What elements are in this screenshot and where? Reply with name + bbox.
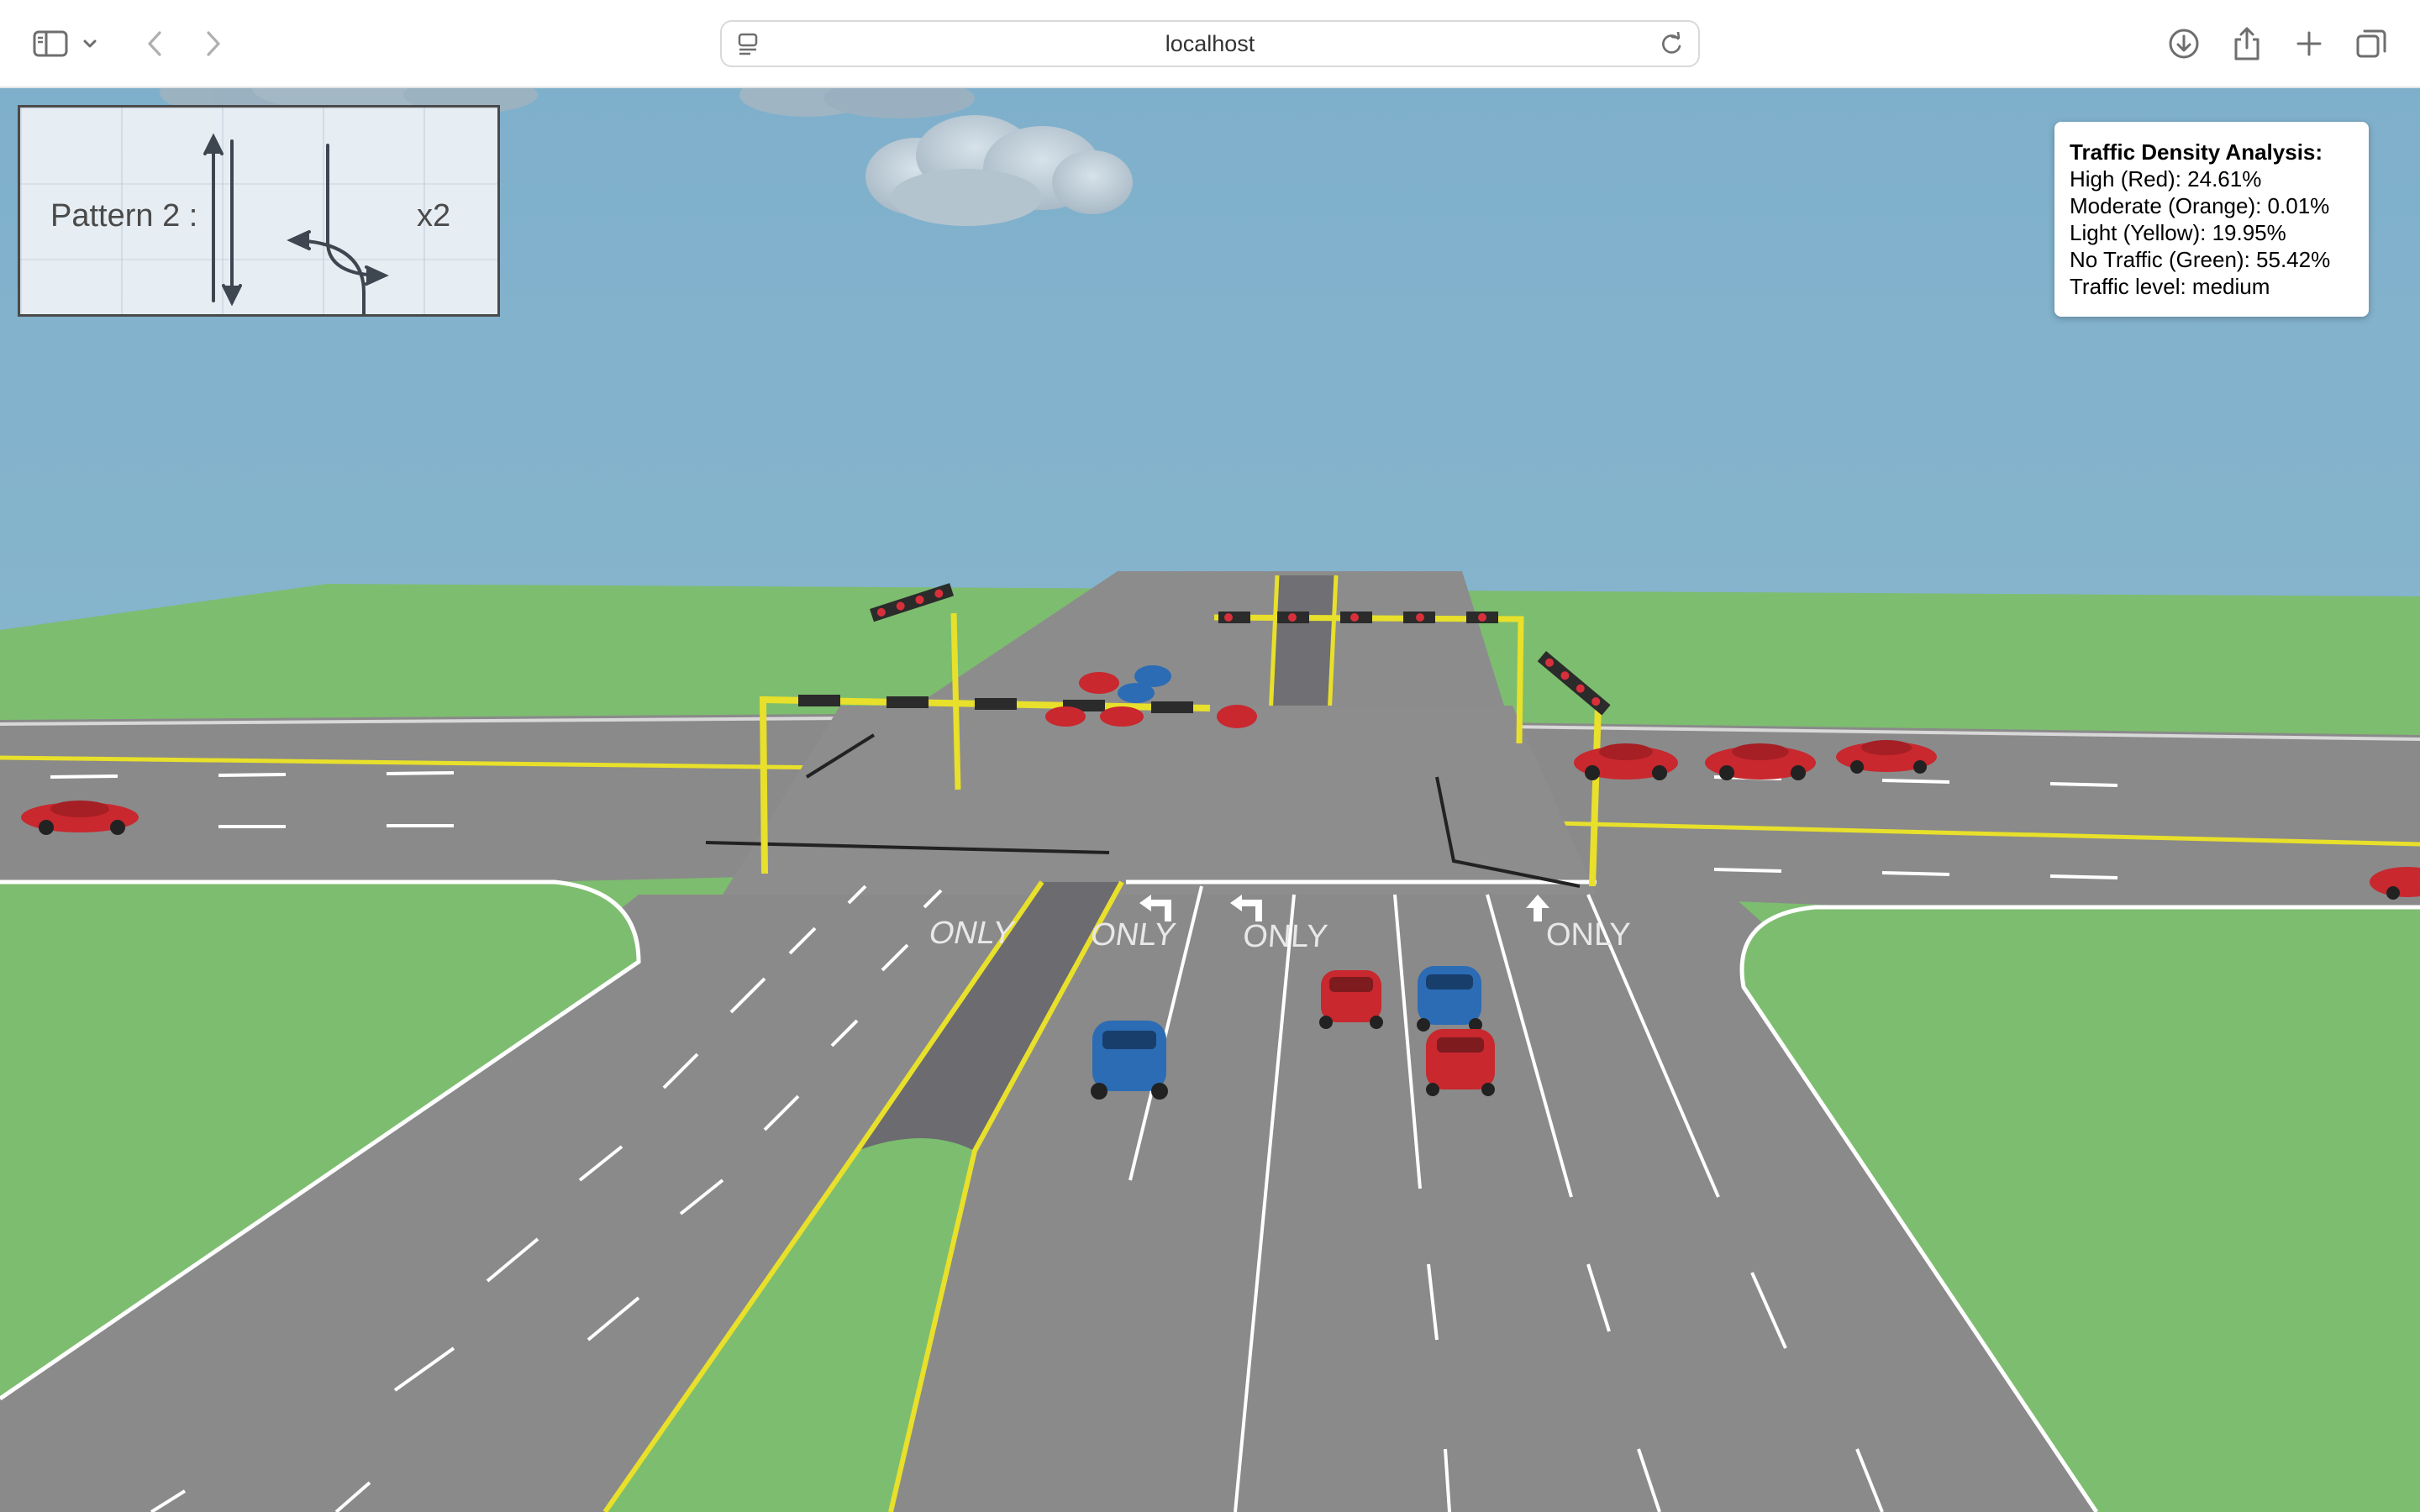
cloud [739, 88, 975, 118]
pattern-multiplier: x2 [417, 198, 451, 234]
road-text-only: ONLY [926, 915, 1018, 951]
intersection [723, 706, 1597, 895]
car-blue [1118, 683, 1155, 703]
car-red [1319, 970, 1383, 1029]
share-icon[interactable] [2225, 22, 2269, 66]
simulation-viewport[interactable]: ONLY ONLY ONLY ONLY Pattern 2: x2 Traff… [0, 88, 2420, 1512]
forward-arrow-icon[interactable] [192, 22, 235, 66]
density-moderate: Moderate (Orange): 0.01% [2070, 193, 2330, 218]
browser-toolbar: localhost [0, 0, 2420, 88]
density-none: No Traffic (Green): 55.42% [2070, 247, 2331, 272]
car-red [1045, 706, 1086, 727]
road-text-only: ONLY [1242, 919, 1329, 954]
pattern-panel: Pattern 2 : x2 [18, 105, 500, 317]
density-high: High (Red): 24.61% [2070, 166, 2262, 192]
plus-icon[interactable] [2287, 22, 2331, 66]
car-red [1079, 672, 1119, 694]
tab-overview-icon[interactable] [2349, 22, 2393, 66]
road-text-only: ONLY [1546, 917, 1631, 953]
road-text-only: ONLY [1088, 916, 1178, 953]
car-red [1426, 1029, 1495, 1096]
reload-icon[interactable] [1660, 30, 1683, 61]
traffic-level: Traffic level: medium [2070, 274, 2270, 299]
back-arrow-icon[interactable] [133, 22, 176, 66]
sidebar-icon[interactable] [29, 22, 72, 66]
address-bar[interactable]: localhost [720, 20, 1700, 67]
density-light: Light (Yellow): 19.95% [2070, 220, 2286, 245]
car-blue [1417, 966, 1482, 1032]
chevron-down-icon[interactable] [77, 22, 103, 66]
download-icon[interactable] [2162, 22, 2206, 66]
car-blue [1091, 1021, 1168, 1100]
density-title: Traffic Density Analysis: [2070, 139, 2323, 165]
traffic-density-panel: Traffic Density Analysis: High (Red): 24… [2054, 122, 2369, 317]
browser-window: localhost ONLY ONLY ONLY ONLY Pattern 2 … [0, 0, 2420, 1512]
car-red [1100, 706, 1144, 727]
car-red [1217, 705, 1257, 728]
address-text: localhost [1165, 30, 1255, 56]
